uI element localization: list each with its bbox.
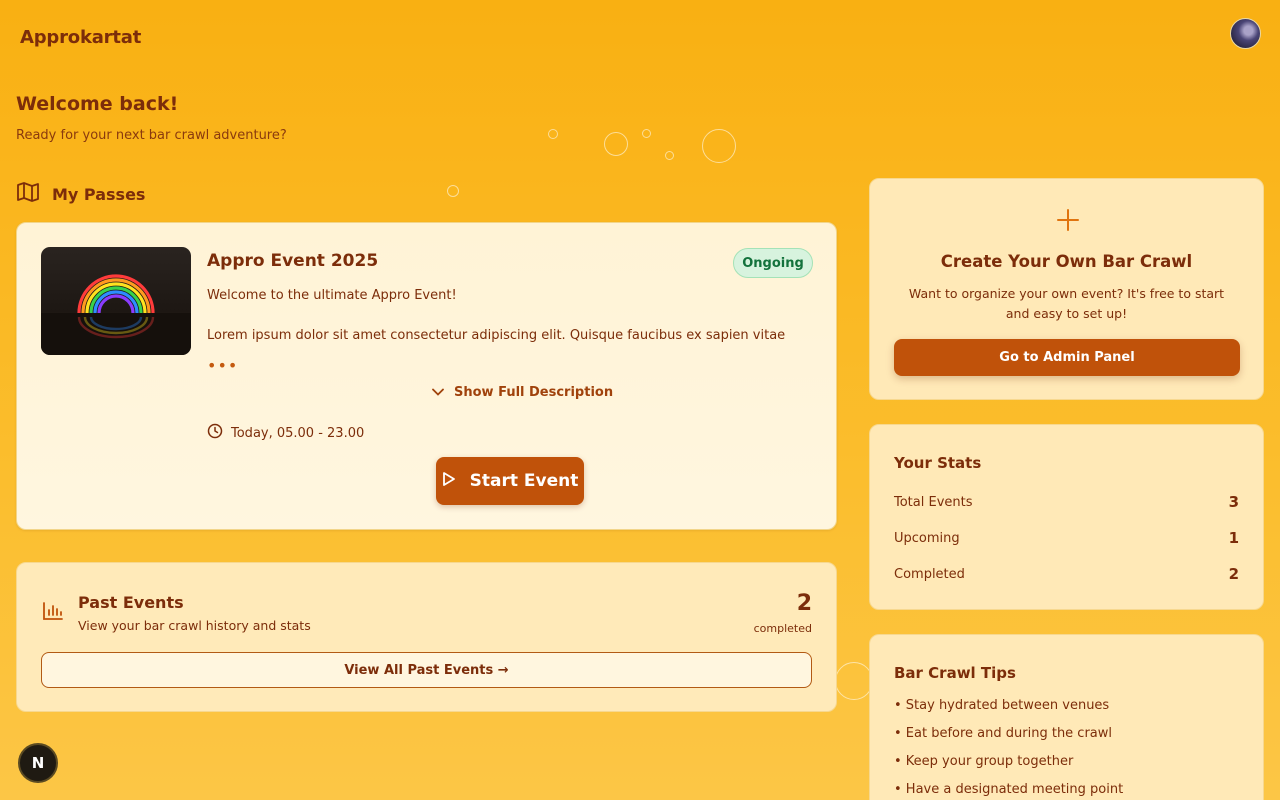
welcome-title: Welcome back! [16, 93, 179, 115]
create-bar-crawl-card: Create Your Own Bar Crawl Want to organi… [869, 178, 1264, 400]
stat-row-upcoming: Upcoming 1 [894, 529, 1239, 547]
chevron-down-icon [432, 385, 444, 400]
stat-label: Total Events [894, 494, 973, 510]
event-description-line: Welcome to the ultimate Appro Event! [207, 288, 457, 303]
tip-item: • Have a designated meeting point [894, 782, 1124, 797]
decorative-bubble [604, 132, 628, 156]
event-thumbnail [41, 247, 191, 355]
create-title: Create Your Own Bar Crawl [940, 252, 1193, 271]
event-date: Today, 05.00 - 23.00 [231, 425, 365, 441]
decorative-bubble [642, 129, 651, 138]
welcome-subtitle: Ready for your next bar crawl adventure? [16, 128, 287, 143]
decorative-bubble [702, 129, 736, 163]
event-pass-card: Appro Event 2025 Ongoing Welcome to the … [16, 222, 837, 530]
my-passes-label: My Passes [52, 184, 146, 204]
stat-row-total: Total Events 3 [894, 493, 1239, 511]
stat-row-completed: Completed 2 [894, 565, 1239, 583]
show-full-description-label: Show Full Description [454, 385, 614, 400]
past-events-title: Past Events [78, 593, 184, 612]
show-full-description-button[interactable]: Show Full Description [432, 385, 613, 400]
clock-icon [207, 423, 223, 443]
start-event-button[interactable]: Start Event [436, 457, 584, 505]
status-badge: Ongoing [733, 248, 813, 278]
past-events-count: 2 [796, 591, 812, 616]
user-avatar[interactable] [1230, 18, 1261, 49]
past-events-count-label: completed [753, 622, 812, 635]
stats-title: Your Stats [894, 454, 982, 472]
tips-title: Bar Crawl Tips [894, 664, 1016, 682]
decorative-bubble [665, 151, 674, 160]
plus-icon [1056, 208, 1080, 236]
stat-value: 2 [1228, 565, 1239, 583]
more-dots-icon: ••• [207, 356, 239, 375]
bar-chart-icon [42, 601, 64, 625]
dev-tools-badge[interactable]: N [18, 743, 58, 783]
my-passes-header: My Passes [16, 181, 145, 207]
map-icon [16, 181, 40, 207]
brand-logo-text[interactable]: Approkartat [20, 27, 141, 48]
decorative-bubble [548, 129, 558, 139]
tip-item: • Keep your group together [894, 754, 1074, 769]
bar-crawl-tips-card: Bar Crawl Tips • Stay hydrated between v… [869, 634, 1264, 800]
decorative-bubble [447, 185, 459, 197]
create-description: Want to organize your own event? It's fr… [908, 286, 1225, 321]
event-description-line: Lorem ipsum dolor sit amet consectetur a… [207, 328, 786, 343]
your-stats-card: Your Stats Total Events 3 Upcoming 1 Com… [869, 424, 1264, 610]
decorative-bubble [835, 662, 873, 700]
stat-label: Completed [894, 566, 965, 582]
event-date-row: Today, 05.00 - 23.00 [207, 423, 364, 443]
tip-item: • Stay hydrated between venues [894, 698, 1110, 713]
play-icon [442, 471, 456, 492]
past-events-card: Past Events View your bar crawl history … [16, 562, 837, 712]
start-event-label: Start Event [469, 471, 579, 491]
event-title: Appro Event 2025 [207, 251, 379, 271]
tip-item: • Eat before and during the crawl [894, 726, 1113, 741]
past-events-subtitle: View your bar crawl history and stats [78, 618, 311, 633]
stat-value: 3 [1228, 493, 1239, 511]
stat-value: 1 [1228, 529, 1239, 547]
go-to-admin-panel-button[interactable]: Go to Admin Panel [894, 339, 1240, 376]
view-all-past-events-button[interactable]: View All Past Events → [41, 652, 812, 688]
stat-label: Upcoming [894, 530, 960, 546]
